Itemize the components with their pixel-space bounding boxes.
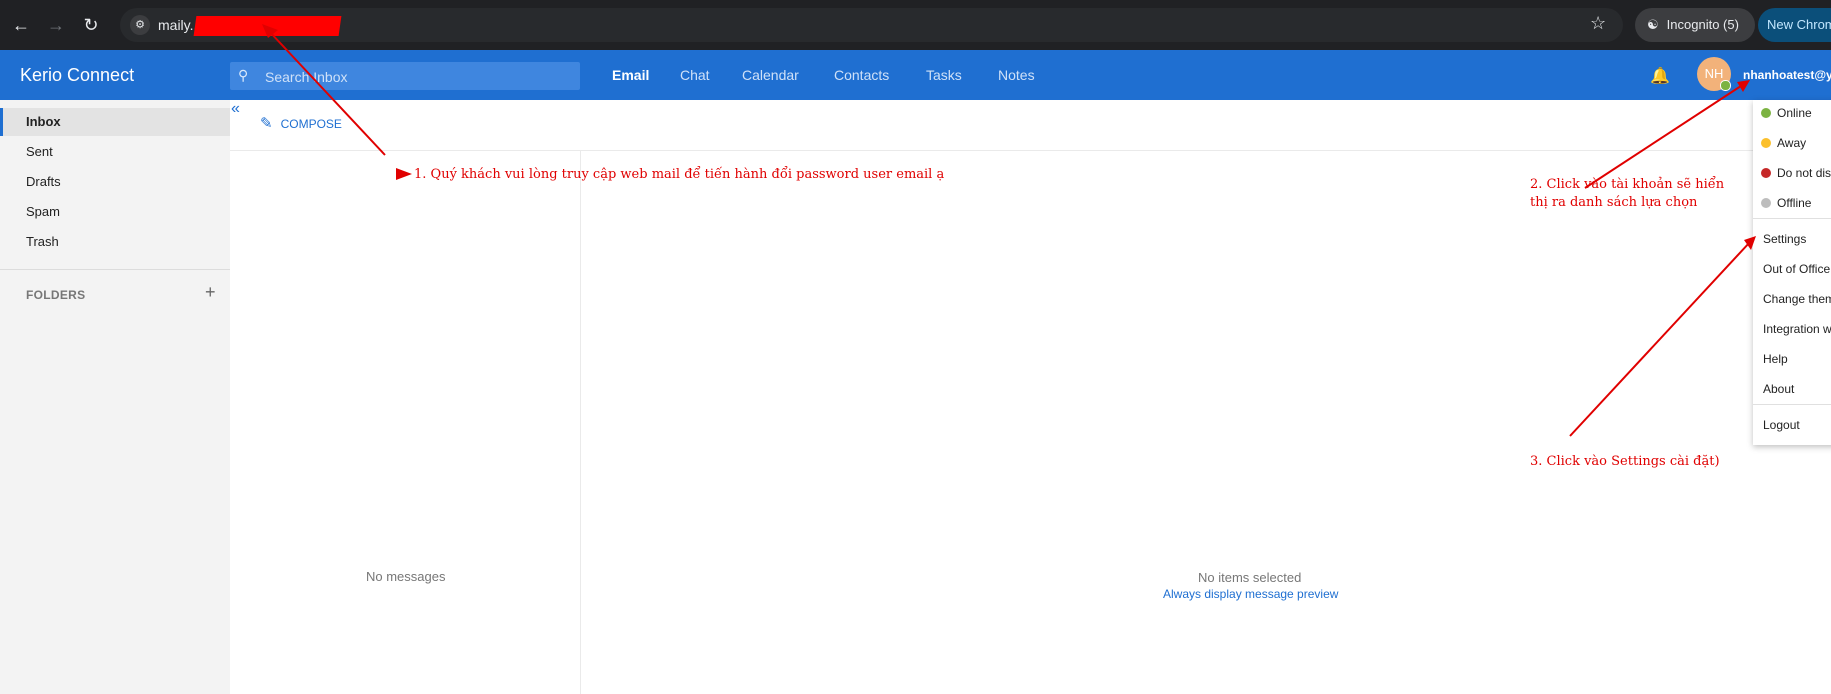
annotation-arrow-1 <box>267 29 386 156</box>
annotation-arrowhead-1 <box>262 24 278 38</box>
annotation-arrowhead-2 <box>1737 80 1750 92</box>
annotation-step-2-line-2: thị ra danh sách lựa chọn <box>1530 195 1698 210</box>
annotation-arrow-2 <box>1584 83 1745 189</box>
annotation-arrows <box>262 24 1756 437</box>
annotation-step-3: 3. Click vào Settings cài đặt) <box>1530 454 1720 469</box>
annotation-step-2-line-1: 2. Click vào tài khoản sẽ hiển <box>1530 177 1725 192</box>
annotation-arrow-3 <box>1569 241 1751 437</box>
annotation-step-1: 1. Quý khách vui lòng truy cập web mail … <box>414 167 945 182</box>
annotation-pointer-1 <box>396 168 412 180</box>
